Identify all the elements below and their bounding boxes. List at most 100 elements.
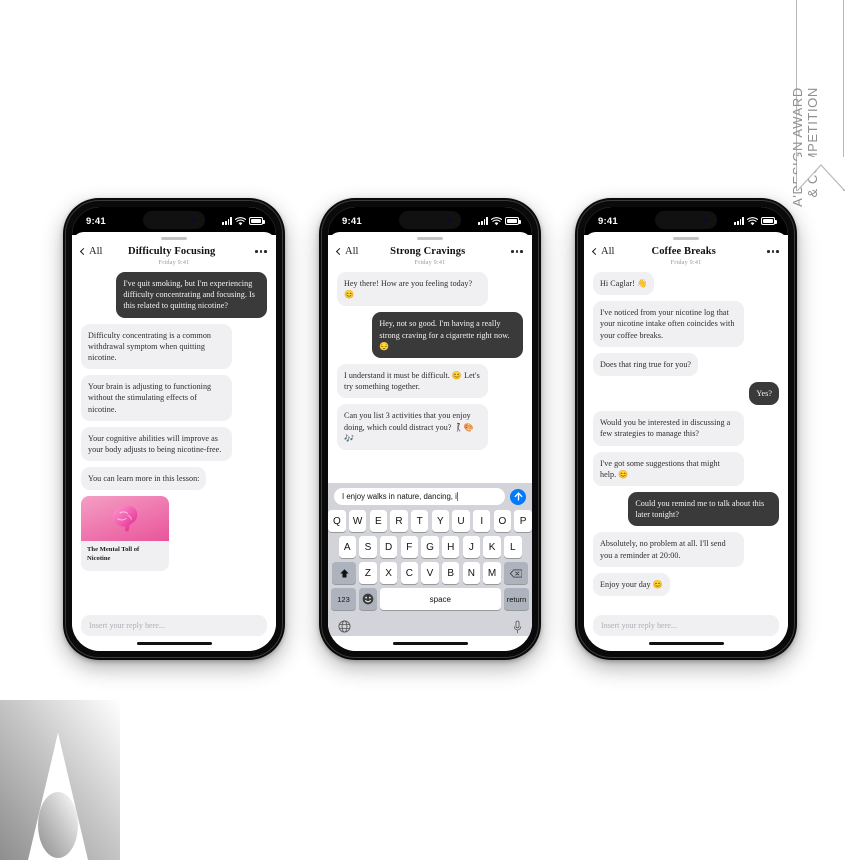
back-button[interactable]: All <box>335 246 358 257</box>
battery-icon <box>249 217 265 225</box>
message-bubble-outgoing: Yes? <box>749 382 779 406</box>
message-bubble-outgoing: I've quit smoking, but I'm experiencing … <box>116 272 267 318</box>
message-thread-1: I've quit smoking, but I'm experiencing … <box>72 266 276 609</box>
reply-input[interactable]: Insert your reply here... <box>81 615 267 636</box>
message-row: The Mental Toll of Nicotine <box>81 496 267 571</box>
virtual-keyboard: I enjoy walks in nature, dancing, i Q W <box>328 483 532 636</box>
send-button[interactable] <box>510 488 526 505</box>
key-c[interactable]: C <box>400 562 419 584</box>
battery-icon <box>761 217 777 225</box>
lesson-card[interactable]: The Mental Toll of Nicotine <box>81 496 169 571</box>
message-bubble-incoming: Enjoy your day 😊 <box>593 572 670 597</box>
key-b[interactable]: B <box>441 562 460 584</box>
more-options-button[interactable] <box>753 250 779 253</box>
composer-1: Insert your reply here... <box>72 609 276 636</box>
wifi-icon <box>747 216 758 225</box>
message-input-value: I enjoy walks in nature, dancing, i <box>342 492 457 501</box>
key-w[interactable]: W <box>348 510 367 532</box>
keyboard-row-2: A S D F G H J K L <box>331 536 529 558</box>
space-key[interactable]: space <box>379 588 501 610</box>
back-button-label: All <box>601 246 615 257</box>
back-button[interactable]: All <box>79 246 103 257</box>
chat-sheet: All Coffee Breaks Friday 9:41 Hi Caglar!… <box>584 232 788 651</box>
back-button-label: All <box>89 246 103 257</box>
arrow-up-icon <box>514 492 522 501</box>
key-u[interactable]: U <box>452 510 470 532</box>
lesson-card-title: The Mental Toll of Nicotine <box>87 546 140 563</box>
nav-bar: All Coffee Breaks <box>584 240 788 257</box>
message-bubble-incoming: Your cognitive abilities will improve as… <box>81 426 232 462</box>
key-t[interactable]: T <box>410 510 429 532</box>
message-row: Could you remind me to talk about this l… <box>593 492 779 527</box>
key-g[interactable]: G <box>421 536 439 558</box>
back-button[interactable]: All <box>591 246 615 257</box>
return-key[interactable]: return <box>504 588 529 610</box>
key-p[interactable]: P <box>514 510 532 532</box>
status-bar-indicators <box>734 216 777 226</box>
key-n[interactable]: N <box>462 562 481 584</box>
message-row: Difficulty concentrating is a common wit… <box>81 323 267 370</box>
page-title: Strong Cravings <box>390 246 466 257</box>
status-bar-indicators <box>478 216 521 226</box>
text-caret <box>457 492 459 501</box>
key-i[interactable]: I <box>472 510 491 532</box>
key-v[interactable]: V <box>421 562 439 584</box>
key-m[interactable]: M <box>483 562 501 584</box>
award-ribbon: A'DESIGN AWARD & COMPETITION <box>790 0 845 207</box>
wifi-icon <box>491 216 502 225</box>
message-bubble-incoming: You can learn more in this lesson: <box>81 467 207 491</box>
key-q[interactable]: Q <box>328 510 346 532</box>
message-bubble-incoming: I understand it must be difficult. 😊 Let… <box>337 364 488 399</box>
message-bubble-incoming: Hi Caglar! 👋 <box>593 272 655 296</box>
phone-2-screen: 9:41 All Strong Cravings Friday 9:41 Hey… <box>328 207 532 651</box>
wifi-icon <box>235 216 246 225</box>
key-s[interactable]: S <box>359 536 377 558</box>
key-x[interactable]: X <box>379 562 398 584</box>
key-a[interactable]: A <box>338 536 356 558</box>
home-indicator[interactable] <box>584 636 788 651</box>
message-input[interactable]: I enjoy walks in nature, dancing, i <box>334 488 505 505</box>
key-h[interactable]: H <box>441 536 460 558</box>
key-z[interactable]: Z <box>359 562 377 584</box>
message-row: Yes? <box>593 382 779 406</box>
key-d[interactable]: D <box>379 536 398 558</box>
key-e[interactable]: E <box>369 510 388 532</box>
date-stamp: Friday 9:41 <box>158 259 190 266</box>
key-k[interactable]: K <box>483 536 501 558</box>
more-options-button[interactable] <box>241 250 267 253</box>
more-options-button[interactable] <box>497 250 523 253</box>
message-row: I understand it must be difficult. 😊 Let… <box>337 364 523 399</box>
message-bubble-incoming: I've got some suggestions that might hel… <box>593 451 744 487</box>
key-y[interactable]: Y <box>431 510 450 532</box>
message-bubble-incoming: Does that ring true for you? <box>593 352 699 377</box>
chevron-left-icon <box>591 247 600 256</box>
numbers-key[interactable]: 123 <box>331 588 356 610</box>
key-f[interactable]: F <box>400 536 419 558</box>
phone-mockup-2: 9:41 All Strong Cravings Friday 9:41 Hey… <box>319 198 541 660</box>
dynamic-island <box>399 211 461 229</box>
shift-icon <box>339 568 349 578</box>
reply-input[interactable]: Insert your reply here... <box>593 615 779 636</box>
status-bar-indicators <box>222 216 265 226</box>
key-l[interactable]: L <box>504 536 522 558</box>
home-indicator[interactable] <box>328 636 532 651</box>
key-j[interactable]: J <box>462 536 481 558</box>
microphone-icon[interactable] <box>513 620 522 634</box>
home-indicator[interactable] <box>72 636 276 651</box>
key-r[interactable]: R <box>390 510 408 532</box>
chevron-left-icon <box>79 247 88 256</box>
front-camera-icon <box>447 217 452 223</box>
front-camera-icon <box>191 217 196 223</box>
key-o[interactable]: O <box>493 510 512 532</box>
ribbon-notch-icon <box>797 157 845 191</box>
globe-icon[interactable] <box>338 620 351 633</box>
backspace-key[interactable] <box>504 562 528 584</box>
message-bubble-incoming: Can you list 3 activities that you enjoy… <box>337 404 488 451</box>
phone-mockup-1: 9:41 All Difficulty Focusing Friday 9:41… <box>63 198 285 660</box>
message-bubble-outgoing: Hey, not so good. I'm having a really st… <box>372 312 523 359</box>
lesson-card-image <box>81 496 169 542</box>
shift-key[interactable] <box>332 562 356 584</box>
message-row: Hey, not so good. I'm having a really st… <box>337 312 523 359</box>
emoji-key[interactable] <box>359 588 377 610</box>
chat-sheet: All Difficulty Focusing Friday 9:41 I've… <box>72 232 276 651</box>
